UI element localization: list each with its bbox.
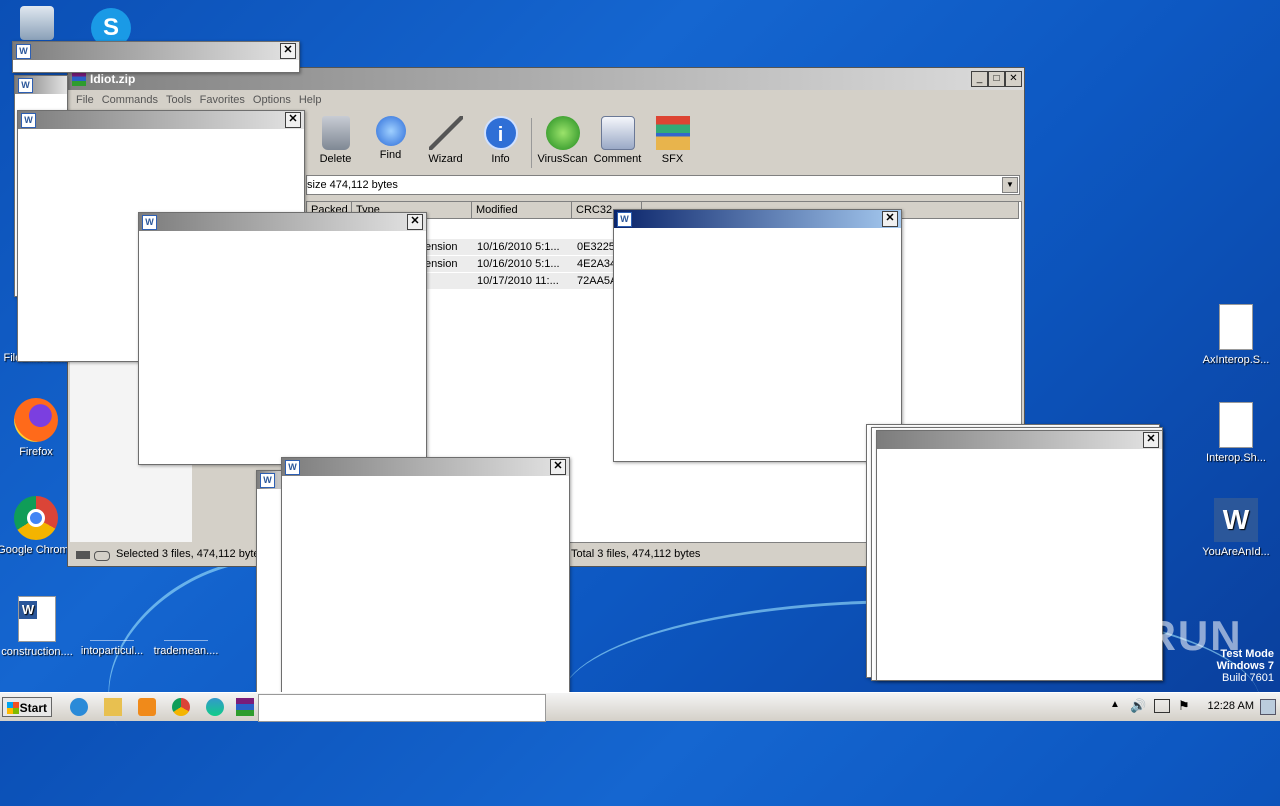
close-button[interactable]: ✕ — [1005, 71, 1022, 87]
close-button[interactable]: ✕ — [280, 43, 296, 59]
winrar-icon — [72, 72, 86, 86]
close-button[interactable]: ✕ — [550, 459, 566, 475]
window-title: Idiot.zip — [90, 72, 136, 86]
status-selected: Selected 3 files, 474,112 bytes — [116, 548, 266, 560]
desktop-icon-youarean[interactable]: W YouAreAnId... — [1196, 498, 1276, 558]
firefox-icon — [14, 398, 58, 442]
comment-icon — [600, 116, 635, 150]
flag-icon[interactable]: ⚑ — [1178, 698, 1190, 714]
ie-icon[interactable] — [70, 698, 88, 716]
minimize-button[interactable]: _ — [971, 71, 988, 87]
desktop-icon-interop[interactable]: Interop.Sh... — [1196, 402, 1276, 464]
close-button[interactable]: ✕ — [882, 211, 898, 227]
drive-icon — [76, 551, 90, 559]
menu-bar: File Commands Tools Favorites Options He… — [68, 90, 1024, 110]
chrome-icon[interactable] — [172, 698, 190, 716]
word-icon: W — [285, 460, 300, 475]
popup-titlebar[interactable]: ✕ — [877, 431, 1162, 449]
menu-commands[interactable]: Commands — [98, 90, 162, 110]
trash-icon — [321, 116, 350, 150]
desktop-icon-intoparticular[interactable]: intoparticul... — [72, 596, 152, 657]
edge-icon[interactable] — [206, 698, 224, 716]
settings-file-icon — [1219, 304, 1253, 350]
menu-favorites[interactable]: Favorites — [196, 90, 249, 110]
sfx-button[interactable]: SFX — [645, 112, 700, 174]
virusscan-button[interactable]: VirusScan — [535, 112, 590, 174]
find-button[interactable]: Find — [363, 112, 418, 174]
close-button[interactable]: ✕ — [407, 214, 423, 230]
desktop-icon-firefox[interactable]: Firefox — [0, 398, 76, 458]
chrome-icon — [14, 496, 58, 540]
toolbar: Delete Find Wizard i Info VirusScan Comm… — [308, 112, 700, 174]
windows-logo-icon — [7, 702, 19, 714]
delete-button[interactable]: Delete — [308, 112, 363, 174]
status-total: Total 3 files, 474,112 bytes — [571, 548, 701, 560]
toolbar-separator — [531, 118, 532, 168]
desktop-icon-chrome[interactable]: Google Chrome — [0, 496, 76, 556]
menu-tools[interactable]: Tools — [162, 90, 196, 110]
path-combobox[interactable]: size 474,112 bytes ▼ — [306, 175, 1020, 195]
start-button[interactable]: Start — [2, 697, 52, 717]
word-document-icon: W — [18, 596, 56, 642]
settings-file-icon — [1219, 402, 1253, 448]
popup-window[interactable]: W ✕ — [138, 212, 427, 465]
info-button[interactable]: i Info — [473, 112, 528, 174]
popup-titlebar[interactable]: W ✕ — [18, 111, 304, 129]
desktop-icon-axinterop[interactable]: AxInterop.S... — [1196, 304, 1276, 366]
maximize-button[interactable]: □ — [988, 71, 1005, 87]
media-player-icon[interactable] — [138, 698, 156, 716]
popup-window-active[interactable]: W ✕ — [613, 209, 902, 462]
show-desktop-button[interactable] — [1260, 699, 1276, 715]
column-header-modified[interactable]: Modified — [472, 202, 572, 219]
magnifier-icon — [375, 116, 406, 146]
file-icon — [164, 596, 208, 641]
popup-titlebar[interactable]: W ✕ — [139, 213, 426, 231]
word-icon: W — [21, 113, 36, 128]
clock[interactable]: 12:28 AM — [1208, 700, 1254, 712]
desktop-icon-construction[interactable]: W construction.... — [0, 596, 77, 658]
word-icon: W — [617, 212, 632, 227]
menu-options[interactable]: Options — [249, 90, 295, 110]
word-document-icon: W — [1214, 498, 1258, 542]
popup-titlebar[interactable]: W — [15, 76, 67, 94]
tray-up-arrow-icon[interactable]: ▲ — [1110, 699, 1120, 710]
desktop-icon-trademean[interactable]: trademean.... — [146, 596, 226, 657]
menu-file[interactable]: File — [72, 90, 98, 110]
close-button[interactable]: ✕ — [1143, 432, 1159, 448]
path-text: size 474,112 bytes — [307, 179, 398, 191]
archive-box-icon — [655, 116, 690, 150]
anyrun-watermark: ANY RUN — [1038, 612, 1243, 659]
wizard-button[interactable]: Wizard — [418, 112, 473, 174]
menu-help[interactable]: Help — [295, 90, 326, 110]
taskbar-window-button[interactable] — [258, 694, 546, 722]
explorer-icon[interactable] — [104, 698, 122, 716]
network-icon[interactable] — [1154, 699, 1170, 713]
chevron-down-icon[interactable]: ▼ — [1002, 177, 1018, 193]
word-icon: W — [142, 215, 157, 230]
recycle-bin-icon[interactable] — [20, 6, 54, 40]
file-icon — [90, 596, 134, 641]
key-icon — [94, 551, 110, 561]
bug-icon — [545, 116, 580, 150]
close-button[interactable]: ✕ — [285, 112, 301, 128]
popup-titlebar[interactable]: W ✕ — [282, 458, 569, 476]
popup-window[interactable]: W ✕ — [12, 41, 300, 73]
winrar-taskbar-icon[interactable] — [236, 698, 254, 716]
word-icon: W — [18, 78, 33, 93]
word-icon: W — [260, 473, 275, 488]
comment-button[interactable]: Comment — [590, 112, 645, 174]
taskbar: Start ▲ 🔊 ⚑ 12:28 AM — [0, 692, 1280, 722]
popup-window[interactable]: W ✕ — [281, 457, 570, 709]
word-icon: W — [16, 44, 31, 59]
info-icon: i — [483, 116, 518, 150]
wand-icon — [428, 116, 463, 150]
volume-icon[interactable]: 🔊 — [1130, 698, 1146, 714]
popup-titlebar[interactable]: W ✕ — [13, 42, 299, 60]
test-mode-text: Test Mode Windows 7 Build 7601 — [1216, 648, 1274, 684]
popup-titlebar[interactable]: W ✕ — [614, 210, 901, 228]
